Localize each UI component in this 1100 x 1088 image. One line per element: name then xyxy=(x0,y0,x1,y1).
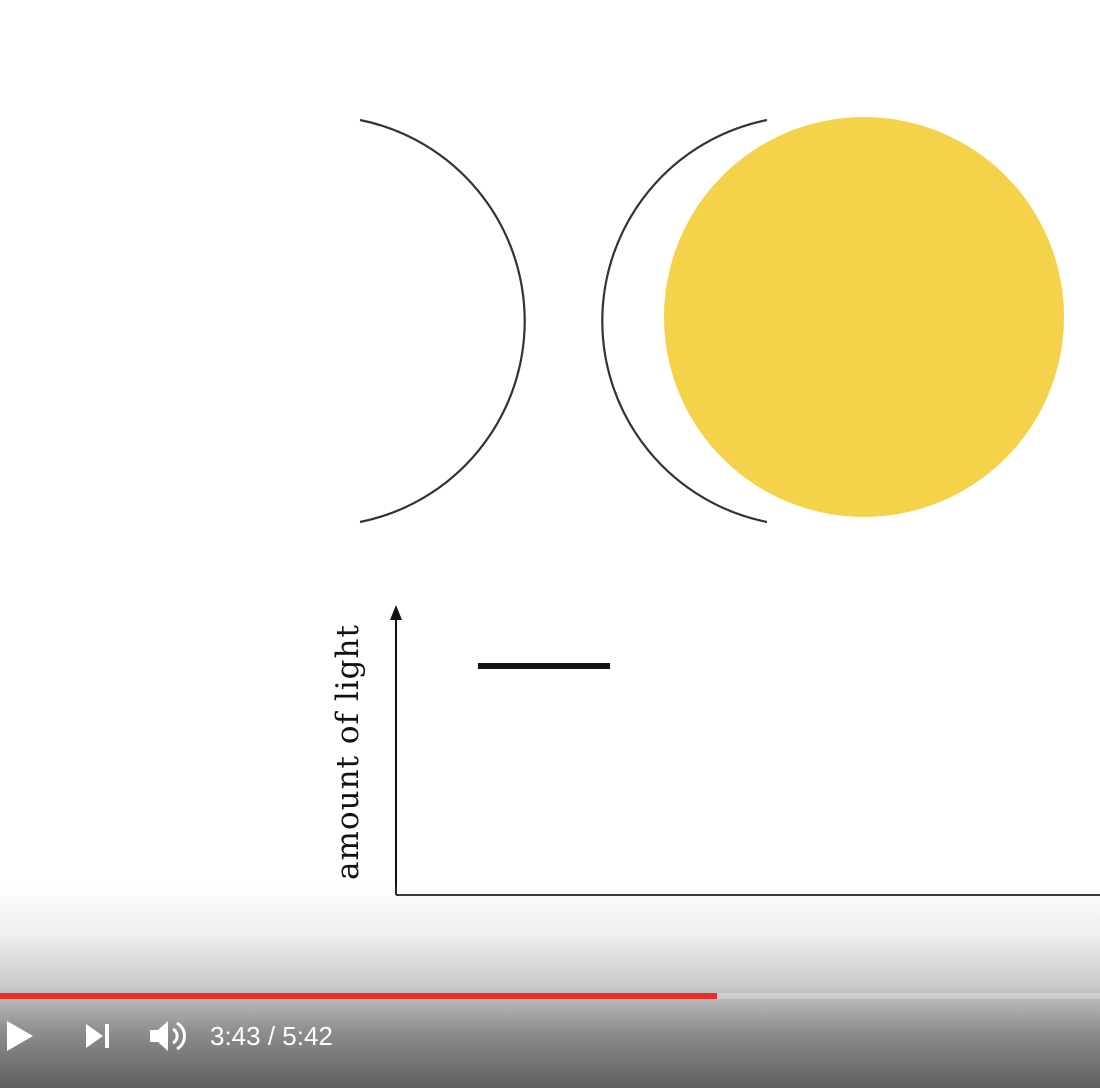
duration: 5:42 xyxy=(282,1020,333,1051)
time-display: 3:43 / 5:42 xyxy=(210,1021,333,1052)
graph-y-axis-arrow xyxy=(390,605,402,620)
time-separator: / xyxy=(260,1020,283,1051)
current-time: 3:43 xyxy=(210,1020,261,1051)
sun-circle xyxy=(664,117,1064,517)
graph-y-axis-label: amount of light xyxy=(330,624,366,880)
control-bar: 3:43 / 5:42 xyxy=(0,1006,1100,1066)
play-icon xyxy=(7,1021,33,1051)
left-crescent-arc xyxy=(359,118,526,524)
next-button[interactable] xyxy=(78,1008,118,1064)
mute-button[interactable] xyxy=(144,1008,192,1064)
progress-bar-played xyxy=(0,993,718,999)
play-button[interactable] xyxy=(0,1008,40,1064)
next-icon xyxy=(86,1024,109,1048)
video-player[interactable]: amount of light 3:43 / 5:42 xyxy=(0,0,1100,1088)
progress-bar[interactable] xyxy=(0,993,1100,999)
volume-icon xyxy=(150,1021,187,1051)
